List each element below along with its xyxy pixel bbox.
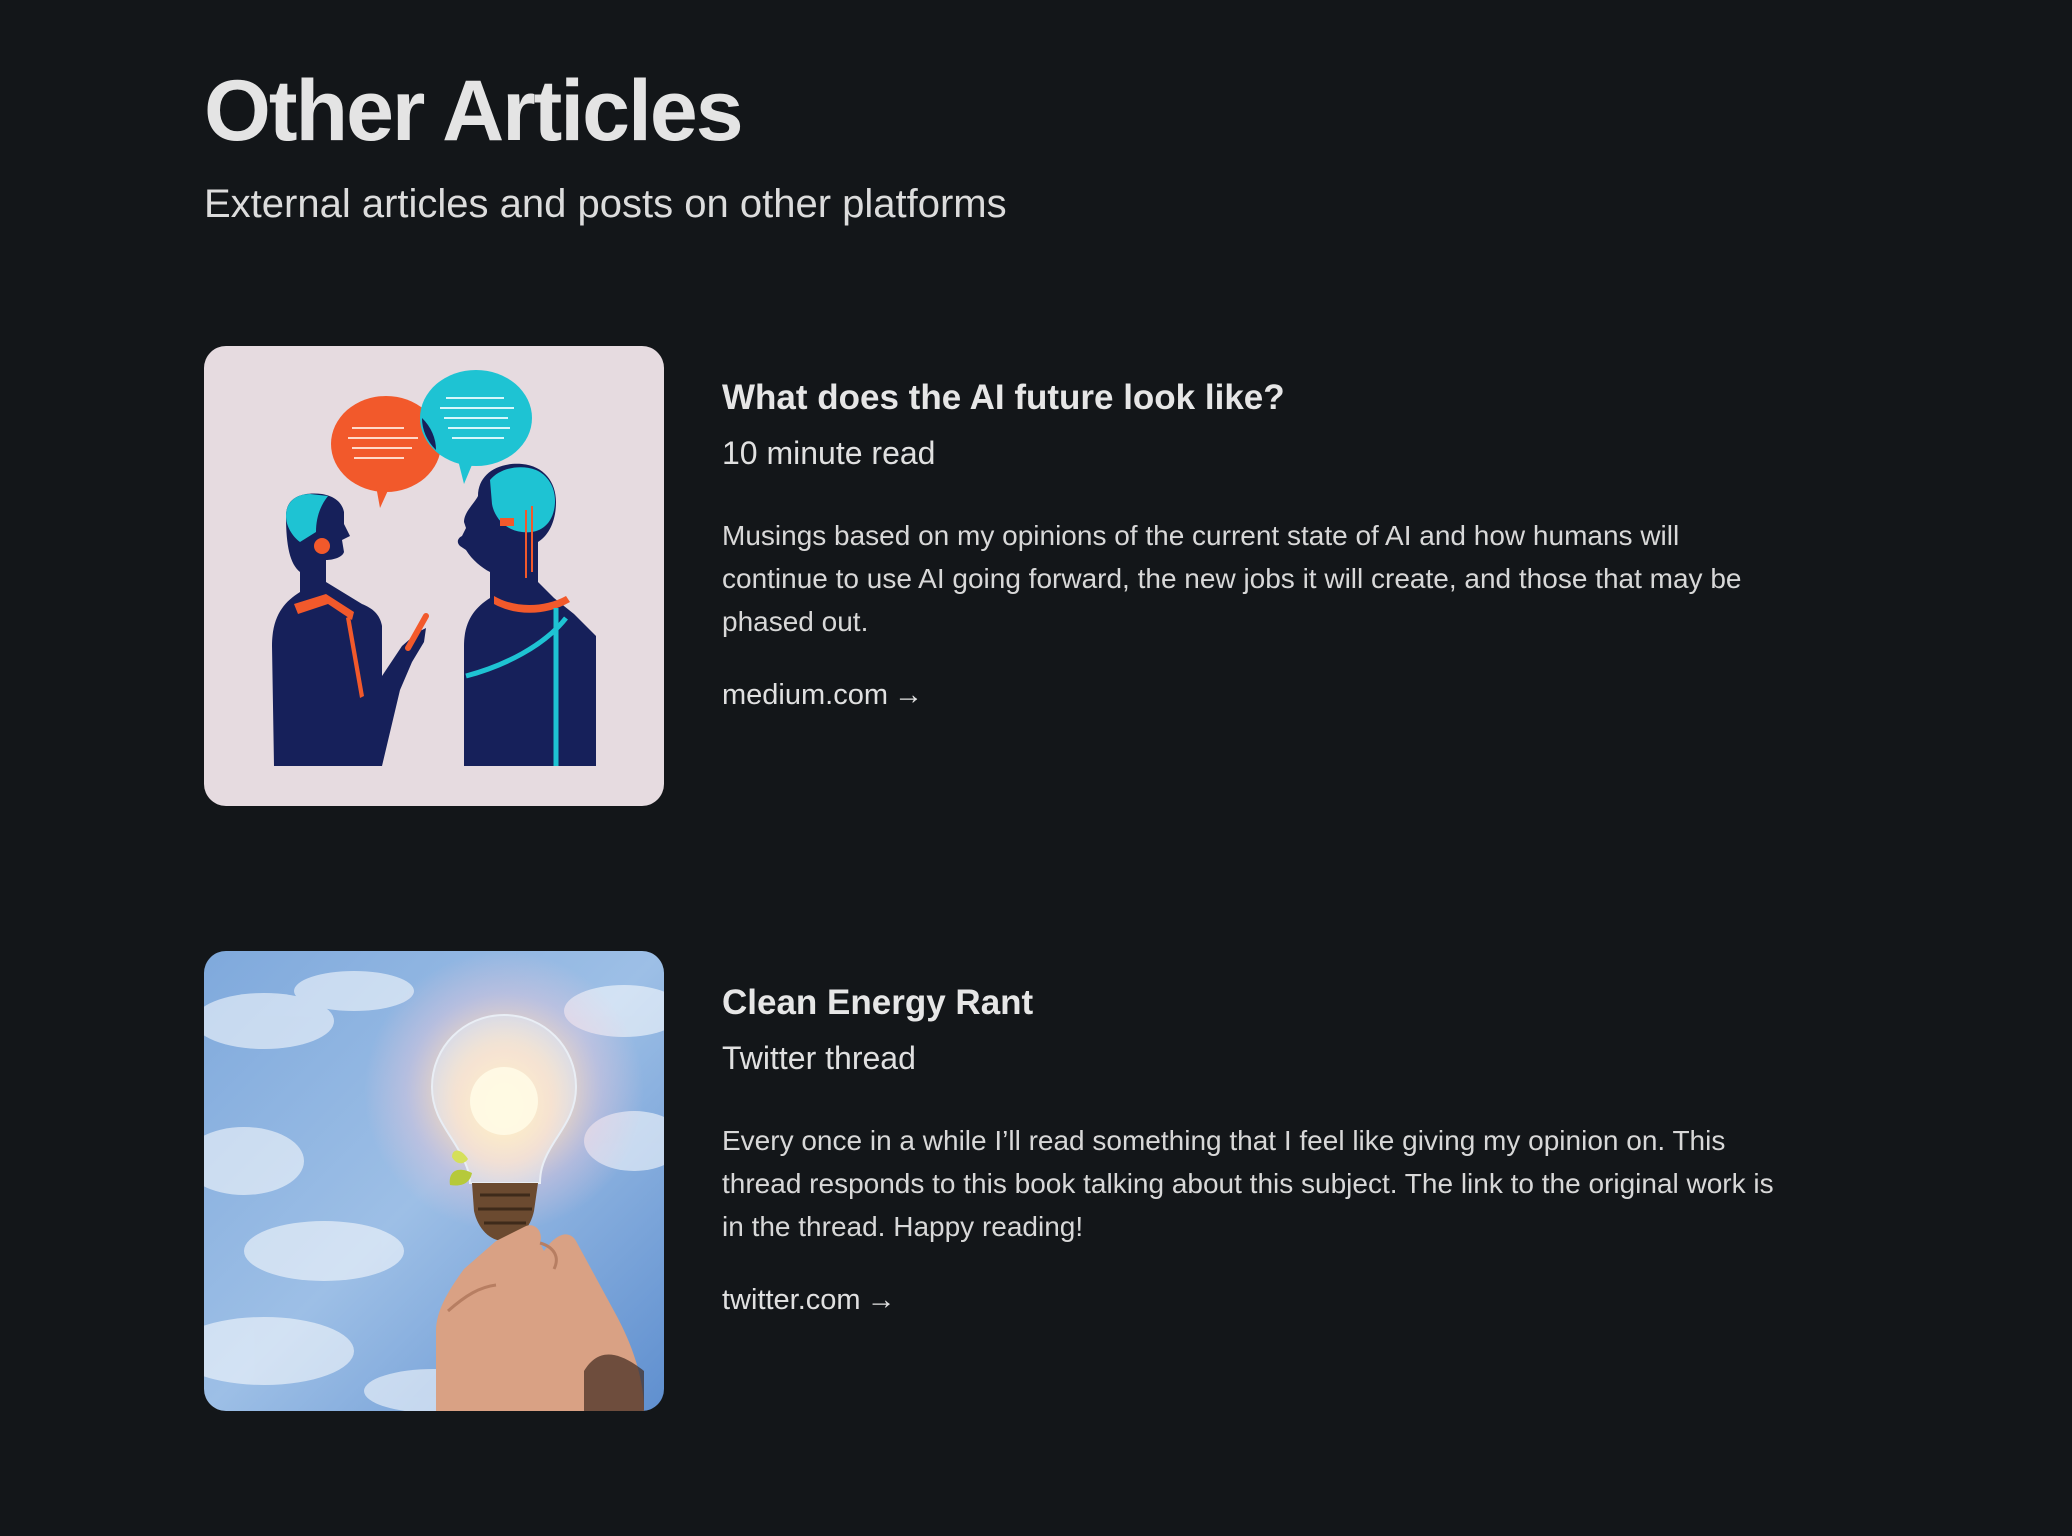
article-thumbnail-ai[interactable]: [204, 346, 664, 806]
article-link-label: medium.com: [722, 679, 888, 711]
article-title[interactable]: What does the AI future look like?: [722, 374, 1285, 422]
article-source-type: Twitter thread: [722, 1040, 916, 1076]
article-title[interactable]: Clean Energy Rant: [722, 979, 1033, 1027]
article-thumbnail-energy[interactable]: [204, 951, 664, 1411]
article-link-twitter[interactable]: twitter.com →: [722, 1279, 896, 1321]
page: Other Articles External articles and pos…: [0, 0, 2072, 1536]
article-card: Clean Energy Rant Twitter thread Every o…: [204, 951, 1824, 1411]
arrow-right-icon: →: [866, 1284, 896, 1316]
article-read-time: 10 minute read: [722, 435, 936, 471]
page-subtitle: External articles and posts on other pla…: [204, 182, 1007, 226]
lightbulb-in-hand-photo: [204, 951, 664, 1411]
page-title: Other Articles: [204, 63, 744, 159]
arrow-right-icon: →: [894, 679, 923, 711]
article-description: Every once in a while I’ll read somethin…: [722, 1125, 1774, 1242]
article-description: Musings based on my opinions of the curr…: [722, 520, 1742, 637]
article-card: What does the AI future look like? 10 mi…: [204, 346, 1824, 806]
article-link-label: twitter.com: [722, 1284, 861, 1316]
article-link-medium[interactable]: medium.com →: [722, 674, 923, 716]
ai-conversation-illustration: [204, 346, 664, 806]
